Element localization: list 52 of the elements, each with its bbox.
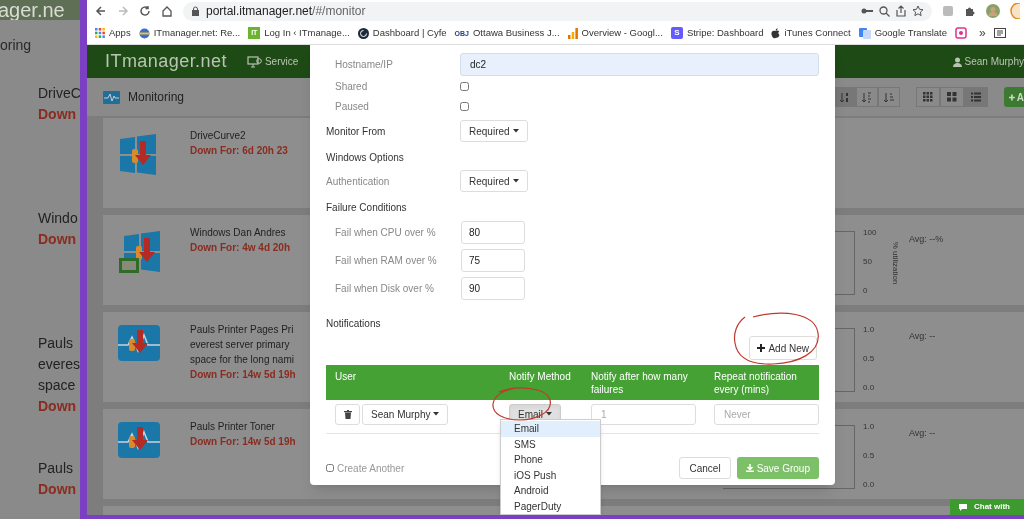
- axis-tick: 0.5: [863, 353, 876, 365]
- status-text: Down For: 14w 5d 19h: [190, 368, 297, 382]
- axis-tick: 0: [863, 285, 869, 297]
- field-label: Fail when CPU over %: [334, 226, 437, 240]
- status-text: Down For: 6d 20h 23: [190, 144, 289, 158]
- axis-label: % utilization: [890, 240, 901, 287]
- device-name: DriveCurve2: [190, 129, 247, 143]
- axis-tick: 0.5: [863, 450, 876, 462]
- status-text: Down: [38, 397, 78, 415]
- column-header: User: [335, 370, 358, 383]
- page-title: Monitoring: [128, 89, 185, 106]
- column-header: Notify after how many failures: [591, 370, 689, 396]
- page-title: oring: [0, 35, 32, 55]
- status-text: Down: [38, 105, 78, 123]
- device-name: Pauls Printer Toner: [190, 420, 276, 434]
- device-name: space for the long nami: [190, 353, 295, 367]
- field-label: Shared: [334, 79, 369, 94]
- device-name: everest server primary: [190, 338, 291, 352]
- device-name: everes: [38, 355, 80, 373]
- average-text: Avg: --: [909, 427, 936, 440]
- average-text: Avg: --: [909, 330, 936, 343]
- column-header: Repeat notification every (mins): [714, 370, 798, 396]
- logo-icon: S: [670, 27, 683, 39]
- device-name: DriveC: [38, 84, 80, 102]
- device-name: Windows Dan Andres: [190, 226, 287, 240]
- axis-tick: 1.0: [863, 324, 876, 336]
- axis-tick: 50: [863, 256, 873, 268]
- status-text: Down: [38, 480, 78, 498]
- field-label: Hostname/IP: [334, 58, 394, 72]
- device-name: Pauls Printer Pages Pri: [190, 323, 295, 337]
- status-text: Down: [38, 230, 78, 248]
- device-name: Pauls: [38, 334, 75, 352]
- average-text: Avg: --%: [909, 233, 944, 246]
- section-heading: Notifications: [326, 316, 381, 331]
- field-label: Monitor From: [326, 124, 387, 139]
- field-label: Authentication: [326, 174, 391, 189]
- field-label: Fail when Disk over %: [334, 282, 435, 296]
- axis-tick: 1.0: [863, 421, 876, 433]
- status-text: Down For: 14w 5d 19h: [190, 435, 297, 449]
- device-name: Pauls: [38, 459, 75, 477]
- section-heading: Windows Options: [326, 150, 404, 165]
- section-heading: Failure Conditions: [326, 200, 407, 215]
- axis-tick: 0.0: [863, 382, 876, 394]
- field-label: Paused: [334, 99, 370, 114]
- field-label: Fail when RAM over %: [334, 254, 438, 268]
- device-name: Windo: [38, 209, 79, 227]
- column-header: Notify Method: [509, 370, 572, 383]
- status-text: Down For: 4w 4d 20h: [190, 241, 291, 255]
- axis-tick: 0.0: [863, 479, 876, 491]
- axis-tick: 100: [863, 227, 878, 239]
- url-text: portal.itmanager.net/#/monitor: [206, 3, 367, 20]
- device-name: space: [38, 376, 77, 394]
